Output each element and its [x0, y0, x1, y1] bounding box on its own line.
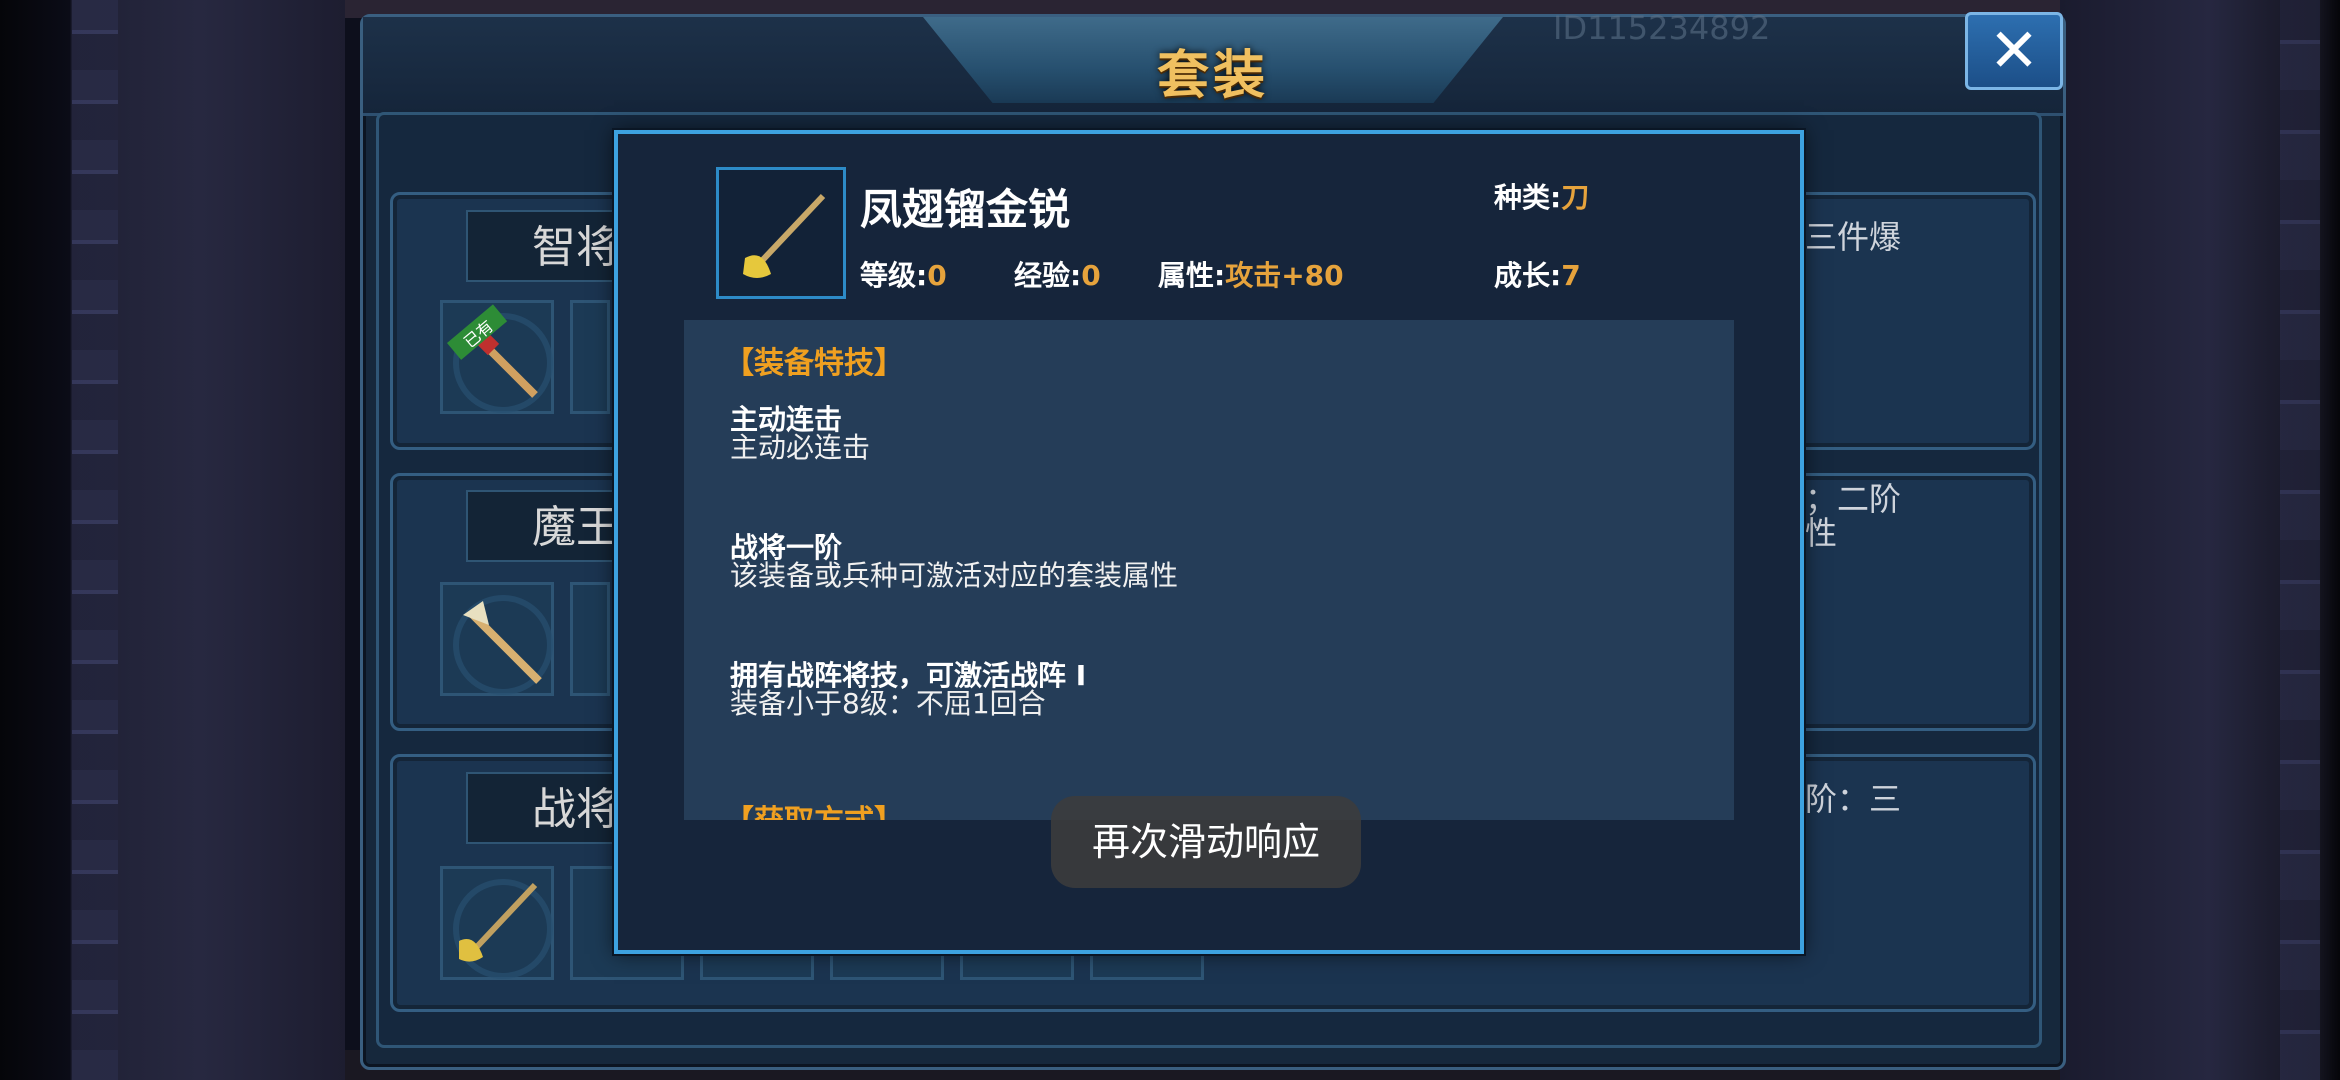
item-type: 种类:刀	[1494, 176, 1589, 216]
item-icon-frame	[716, 167, 846, 299]
attribute-value: 攻击+80	[1225, 259, 1344, 292]
exp-label: 经验:	[1014, 259, 1082, 292]
equipment-slot[interactable]	[570, 582, 610, 696]
skill-desc: 主动必连击	[730, 431, 871, 464]
description-scroll[interactable]: 【装备特技】 主动连击 主动必连击 战将一阶 该装备或兵种可激活对应的套装属性 …	[684, 320, 1734, 820]
title-plate: 套装	[923, 17, 1503, 103]
window-title: 套装	[1156, 46, 1269, 106]
section-title-obtain: 【获取方式】	[724, 796, 904, 820]
item-exp: 经验:0	[1014, 254, 1101, 294]
level-value: 0	[927, 259, 947, 292]
item-attribute: 属性:攻击+80	[1158, 254, 1344, 294]
equipment-slot[interactable]	[440, 866, 554, 980]
item-growth: 成长:7	[1494, 254, 1581, 294]
item-name: 凤翅镏金锐	[860, 185, 1071, 234]
item-level: 等级:0	[860, 254, 947, 294]
title-bar: ID115234892 套装	[363, 9, 2063, 116]
player-id: ID115234892	[1553, 9, 1771, 47]
equipment-slot[interactable]: 已有	[440, 300, 554, 414]
background-pattern	[2280, 0, 2320, 1080]
background-right	[2060, 0, 2340, 1080]
toast-message: 再次滑动响应	[1051, 796, 1361, 888]
type-value: 刀	[1561, 181, 1590, 214]
suit-description: 阶：三	[1805, 780, 1902, 818]
background-left	[0, 0, 345, 1080]
attribute-label: 属性:	[1158, 259, 1226, 292]
exp-value: 0	[1081, 259, 1101, 292]
suit-description: 三件爆	[1805, 218, 1902, 256]
skill-desc: 装备小于8级：不屈1回合	[730, 687, 1046, 720]
skill-desc: 该装备或兵种可激活对应的套装属性	[730, 559, 1179, 592]
close-button[interactable]: ✕	[1965, 12, 2063, 90]
background-pattern	[72, 0, 118, 1080]
axe-icon	[463, 601, 542, 684]
section-title-skill: 【装备特技】	[724, 346, 904, 381]
equipment-slot[interactable]	[570, 300, 610, 414]
close-icon: ✕	[1988, 16, 2040, 86]
growth-value: 7	[1561, 259, 1581, 292]
glaive-icon	[459, 882, 538, 962]
type-label: 种类:	[1494, 181, 1562, 214]
equipment-slot[interactable]	[440, 582, 554, 696]
growth-label: 成长:	[1494, 259, 1562, 292]
level-label: 等级:	[860, 259, 928, 292]
glaive-icon	[743, 193, 826, 278]
suit-description: 性	[1805, 514, 1838, 552]
